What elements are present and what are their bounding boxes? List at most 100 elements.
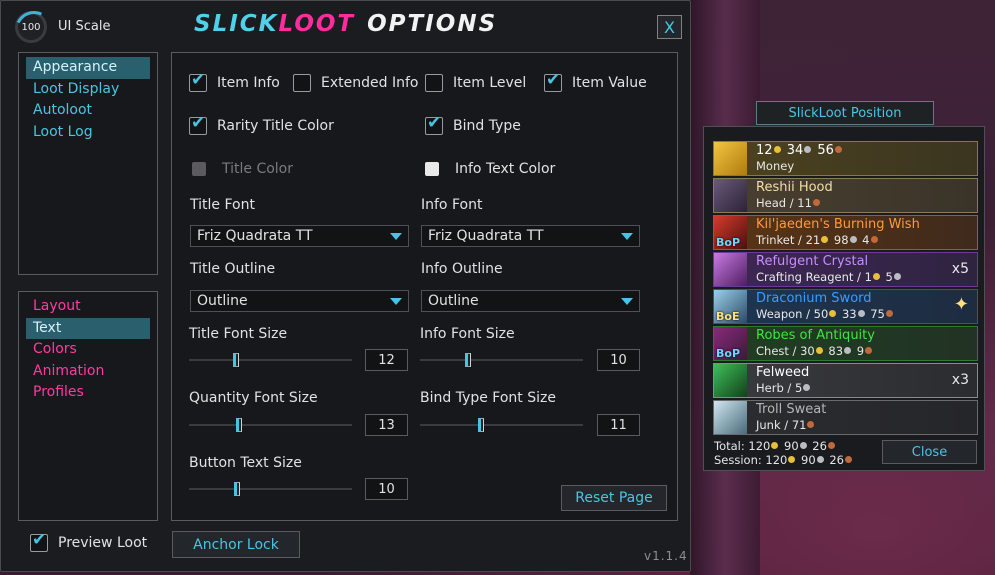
loot-row-felweed[interactable]: Felweed Herb / 5 x3	[713, 363, 978, 398]
loot-item-info: Trinket / 21 98 4	[756, 233, 920, 248]
item-info-checkbox[interactable]: Item Info	[189, 70, 280, 92]
anchor-lock-button[interactable]: Anchor Lock	[172, 531, 300, 558]
title-font-value: Friz Quadrata TT	[197, 228, 313, 244]
chevron-down-icon	[621, 298, 633, 305]
info-outline-value: Outline	[428, 293, 479, 309]
bind-type-checkbox[interactable]: Bind Type	[425, 113, 521, 135]
loot-quantity: x3	[951, 372, 969, 388]
chevron-down-icon	[390, 233, 402, 240]
info-font-size-slider[interactable]	[420, 353, 583, 367]
info-text-color-label: Info Text Color	[455, 161, 556, 177]
loot-money-amount: 12 34 56	[756, 143, 844, 159]
loot-row-draconium-sword[interactable]: BoE Draconium Sword Weapon / 50 33 75 ✦	[713, 289, 978, 324]
version-label: v1.1.4	[644, 549, 688, 563]
total-line: Total: 120 90 26	[714, 439, 854, 453]
loot-type: Money	[756, 159, 795, 173]
trinket-icon: BoP	[714, 216, 747, 249]
item-level-checkbox[interactable]: Item Level	[425, 74, 526, 92]
slider-thumb[interactable]	[478, 418, 484, 432]
loot-close-button[interactable]: Close	[882, 440, 977, 464]
loot-item-name: Refulgent Crystal	[756, 254, 869, 269]
bottle-icon	[714, 401, 747, 434]
slickloot-position-button[interactable]: SlickLoot Position	[756, 101, 934, 125]
title-font-dropdown[interactable]: Friz Quadrata TT	[190, 225, 409, 247]
gold-coins-icon	[714, 142, 747, 175]
checkbox-checked-icon	[30, 530, 48, 552]
nav-item-layout[interactable]: Layout	[26, 296, 150, 318]
nav-item-text[interactable]: Text	[26, 317, 150, 339]
quantity-font-size-slider[interactable]	[189, 418, 352, 432]
item-value-label: Item Value	[572, 75, 647, 91]
bind-type-font-size-label: Bind Type Font Size	[420, 390, 556, 406]
title-loot: LOOT	[278, 11, 356, 37]
title-outline-label: Title Outline	[190, 261, 276, 277]
preview-loot-checkbox[interactable]: Preview Loot	[30, 530, 147, 552]
item-info-label: Item Info	[217, 75, 280, 91]
hood-icon	[714, 179, 747, 212]
loot-row-refulgent-crystal[interactable]: Refulgent Crystal Crafting Reagent / 1 5…	[713, 252, 978, 287]
bind-type-font-size-slider[interactable]	[420, 418, 583, 432]
slider-thumb[interactable]	[234, 482, 240, 496]
title-font-size-input[interactable]: 12	[365, 349, 408, 371]
subcategory-nav: Layout Text Colors Animation Profiles	[18, 291, 158, 521]
quantity-font-size-input[interactable]: 13	[365, 414, 408, 436]
loot-row-troll-sweat[interactable]: Troll Sweat Junk / 71	[713, 400, 978, 435]
loot-row-money[interactable]: 12 34 56 Money	[713, 141, 978, 176]
extended-info-label: Extended Info	[321, 75, 419, 91]
loot-item-info: Chest / 30 83 9	[756, 344, 875, 359]
loot-item-name: Reshii Hood	[756, 180, 833, 195]
checkbox-checked-icon	[544, 70, 562, 92]
slider-thumb[interactable]	[233, 353, 239, 367]
herb-icon	[714, 364, 747, 397]
loot-item-name: Draconium Sword	[756, 291, 872, 306]
info-font-size-input[interactable]: 10	[597, 349, 640, 371]
title-font-label: Title Font	[190, 197, 255, 213]
info-outline-label: Info Outline	[421, 261, 503, 277]
loot-window: 12 34 56 Money Reshii Hood Head / 11 BoP…	[703, 126, 985, 471]
close-button[interactable]: X	[657, 15, 682, 39]
title-outline-value: Outline	[197, 293, 248, 309]
nav-item-animation[interactable]: Animation	[26, 361, 150, 383]
chevron-down-icon	[390, 298, 402, 305]
extended-info-checkbox[interactable]: Extended Info	[293, 74, 418, 92]
loot-item-name: Felweed	[756, 365, 810, 380]
checkbox-checked-icon	[425, 113, 443, 135]
nav-item-loot-log[interactable]: Loot Log	[26, 122, 150, 144]
button-text-size-input[interactable]: 10	[365, 478, 408, 500]
nav-item-loot-display[interactable]: Loot Display	[26, 79, 150, 101]
nav-item-colors[interactable]: Colors	[26, 339, 150, 361]
reset-page-button[interactable]: Reset Page	[561, 485, 667, 511]
info-font-value: Friz Quadrata TT	[428, 228, 544, 244]
loot-row-burning-wish[interactable]: BoP Kil'jaeden's Burning Wish Trinket / …	[713, 215, 978, 250]
slider-thumb[interactable]	[465, 353, 471, 367]
loot-item-name: Kil'jaeden's Burning Wish	[756, 217, 920, 232]
robe-icon: BoP	[714, 327, 747, 360]
bop-badge: BoP	[716, 347, 741, 360]
slider-thumb[interactable]	[236, 418, 242, 432]
loot-item-info: Head / 11	[756, 196, 833, 211]
title-outline-dropdown[interactable]: Outline	[190, 290, 409, 312]
loot-row-robes-of-antiquity[interactable]: BoP Robes of Antiquity Chest / 30 83 9	[713, 326, 978, 361]
nav-item-autoloot[interactable]: Autoloot	[26, 100, 150, 122]
boe-badge: BoE	[716, 310, 740, 323]
title-font-size-slider[interactable]	[189, 353, 352, 367]
checkbox-empty-icon	[293, 74, 311, 92]
item-value-checkbox[interactable]: Item Value	[544, 70, 647, 92]
ui-scale-dial[interactable]: 100	[15, 11, 47, 43]
info-text-color-swatch[interactable]: Info Text Color	[425, 161, 555, 177]
loot-row-reshii-hood[interactable]: Reshii Hood Head / 11	[713, 178, 978, 213]
nav-item-appearance[interactable]: Appearance	[26, 57, 150, 79]
info-outline-dropdown[interactable]: Outline	[421, 290, 640, 312]
window-title: SLICK LOOT OPTIONS	[194, 11, 497, 41]
info-font-label: Info Font	[421, 197, 483, 213]
button-text-size-slider[interactable]	[189, 482, 352, 496]
ui-scale-value: 100	[21, 21, 41, 33]
bind-type-label: Bind Type	[453, 118, 521, 134]
rarity-title-color-checkbox[interactable]: Rarity Title Color	[189, 113, 334, 135]
title-color-swatch: Title Color	[192, 161, 293, 177]
checkbox-checked-icon	[189, 70, 207, 92]
nav-item-profiles[interactable]: Profiles	[26, 382, 150, 404]
color-swatch-icon	[425, 162, 439, 176]
bind-type-font-size-input[interactable]: 11	[597, 414, 640, 436]
info-font-dropdown[interactable]: Friz Quadrata TT	[421, 225, 640, 247]
